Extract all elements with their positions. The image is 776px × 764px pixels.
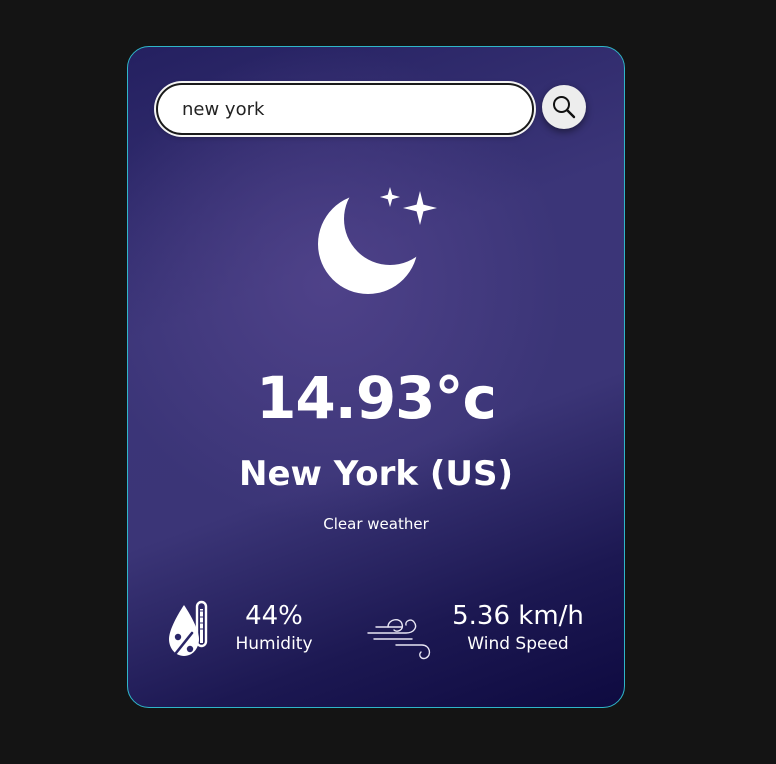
humidity-icon [169,600,208,656]
temperature-value: 14.93°c [256,364,497,432]
wind-stat: 5.36 km/h Wind Speed [438,599,598,655]
weather-card: 14.93°c New York (US) Clear weather 44% … [127,46,625,708]
moon-stars-icon [318,187,437,294]
weather-description: Clear weather [323,515,429,533]
city-name: New York (US) [238,454,513,494]
wind-value: 5.36 km/h [452,601,584,631]
humidity-label: Humidity [235,634,313,654]
search-input[interactable] [156,83,534,135]
humidity-stat: 44% Humidity [224,599,324,655]
wind-label: Wind Speed [467,634,569,654]
search-bar [156,83,596,135]
humidity-value: 44% [245,601,303,631]
search-icon [553,96,576,119]
wind-icon [367,619,431,660]
search-button[interactable] [542,85,586,129]
